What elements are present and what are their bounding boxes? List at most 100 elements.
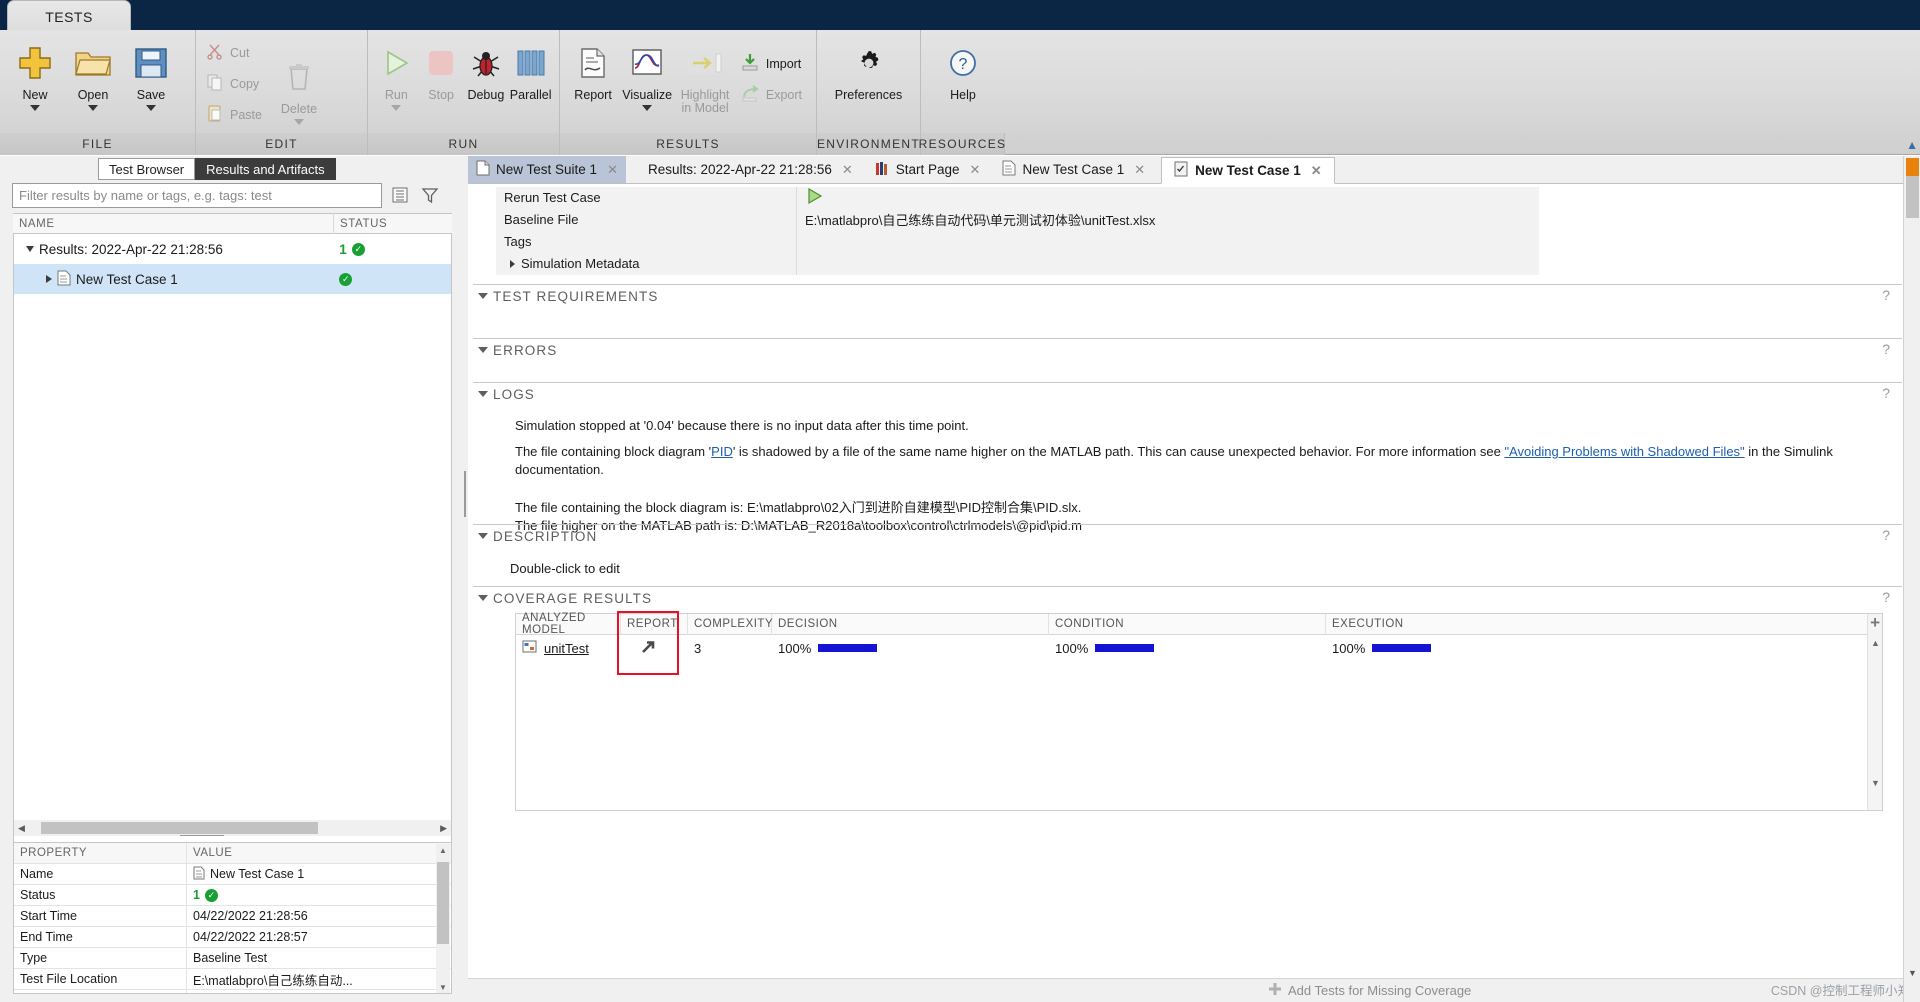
filter-funnel-icon[interactable] xyxy=(418,183,442,208)
delete-dropdown-caret[interactable] xyxy=(293,119,304,125)
ribbon-tab-tests[interactable]: TESTS xyxy=(7,0,131,33)
help-icon[interactable]: ? xyxy=(1882,527,1890,543)
visualize-dropdown-caret[interactable] xyxy=(642,105,653,111)
section-header[interactable]: DESCRIPTION xyxy=(473,525,1902,547)
tab-results-and-artifacts[interactable]: Results and Artifacts xyxy=(195,158,336,180)
close-icon[interactable]: ✕ xyxy=(966,162,981,178)
scroll-up-icon[interactable]: ▲ xyxy=(439,846,447,855)
tree-row-test-case[interactable]: New Test Case 1 ✓ xyxy=(14,264,451,294)
title-bar xyxy=(0,0,1920,30)
parallel-button[interactable]: Parallel xyxy=(508,34,553,130)
collapse-arrow-icon[interactable] xyxy=(478,533,488,539)
coverage-condition-value: 100% xyxy=(1055,640,1089,656)
doc-tab-new-test-case-1-active[interactable]: New Test Case 1 ✕ xyxy=(1161,157,1335,184)
section-title: LOGS xyxy=(493,386,535,402)
property-value-text: 04/22/2022 21:28:56 xyxy=(186,905,451,927)
open-dropdown-caret[interactable] xyxy=(88,105,98,111)
help-icon[interactable]: ? xyxy=(1882,385,1890,401)
info-key-expandable[interactable]: Simulation Metadata xyxy=(496,252,796,275)
help-icon[interactable]: ? xyxy=(1882,589,1890,605)
expand-arrow-icon[interactable] xyxy=(26,246,34,252)
save-dropdown-caret[interactable] xyxy=(146,105,156,111)
collapse-arrow-icon[interactable] xyxy=(478,347,488,353)
report-label: Report xyxy=(574,88,612,102)
visualize-button[interactable]: Visualize xyxy=(620,34,674,130)
new-button[interactable]: New xyxy=(6,34,64,130)
coverage-vscrollbar[interactable]: ▲ ▼ xyxy=(1867,614,1882,810)
property-row-name: Name New Test Case 1 xyxy=(14,863,451,885)
help-icon[interactable]: ? xyxy=(1882,341,1890,357)
add-coverage-button[interactable]: + xyxy=(1870,613,1880,633)
help-icon[interactable]: ? xyxy=(1882,287,1890,303)
doc-tab-start-page[interactable]: Start Page ✕ xyxy=(861,156,989,183)
expand-arrow-icon[interactable] xyxy=(510,259,515,268)
property-value: 1 ✓ xyxy=(186,884,451,906)
doc-tab-new-test-suite-1[interactable]: New Test Suite 1 ✕ xyxy=(468,156,626,183)
close-icon[interactable]: ✕ xyxy=(603,162,618,178)
collapse-arrow-icon[interactable] xyxy=(478,293,488,299)
filter-input[interactable] xyxy=(12,182,382,208)
ribbon-collapse-icon[interactable]: ▲ xyxy=(1906,138,1918,152)
scroll-up-icon[interactable]: ▲ xyxy=(1871,638,1880,648)
collapse-arrow-icon[interactable] xyxy=(478,595,488,601)
property-scroll-thumb[interactable] xyxy=(437,862,449,944)
help-button[interactable]: ? Help xyxy=(927,34,999,130)
close-icon[interactable]: ✕ xyxy=(838,162,853,178)
cut-button[interactable]: Cut xyxy=(202,37,270,68)
import-button[interactable]: Import xyxy=(736,48,810,79)
doc-tab-results[interactable]: Results: 2022-Apr-22 21:28:56 ✕ xyxy=(626,156,861,183)
new-dropdown-caret[interactable] xyxy=(30,105,40,111)
tab-test-browser[interactable]: Test Browser xyxy=(98,158,196,180)
run-dropdown-caret[interactable] xyxy=(391,105,402,111)
main-panel: New Test Suite 1 ✕ Results: 2022-Apr-22 … xyxy=(468,156,1920,1002)
section-header[interactable]: ERRORS xyxy=(473,339,1902,361)
property-table: PROPERTY VALUE Name New Test Case 1 Stat… xyxy=(13,842,452,994)
info-row-simulation-metadata[interactable]: Simulation Metadata xyxy=(496,252,1539,275)
section-header[interactable]: COVERAGE RESULTS xyxy=(473,587,1902,609)
collapse-arrow-icon[interactable] xyxy=(478,391,488,397)
scroll-down-icon[interactable]: ▼ xyxy=(439,983,447,992)
columns-icon[interactable] xyxy=(388,183,412,208)
copy-button[interactable]: Copy xyxy=(202,68,270,99)
property-table-vscrollbar[interactable]: ▲ ▼ xyxy=(436,844,450,993)
highlight-in-model-button[interactable]: Highlight in Model xyxy=(674,34,736,130)
close-icon[interactable]: ✕ xyxy=(1130,162,1145,178)
results-tree-hscrollbar[interactable]: ◀ ▶ xyxy=(14,820,451,836)
preferences-button[interactable]: Preferences xyxy=(823,34,914,130)
section-logs: LOGS ? Simulation stopped at '0.04' beca… xyxy=(473,382,1902,533)
hscroll-thumb[interactable] xyxy=(41,822,318,834)
main-scroll-thumb[interactable] xyxy=(1906,176,1919,218)
stop-button[interactable]: Stop xyxy=(419,34,464,130)
coverage-table-row[interactable]: unitTest 3 100% 100% 100% xyxy=(516,635,1882,661)
run-play-icon[interactable] xyxy=(805,187,823,208)
run-button[interactable]: Run xyxy=(374,34,419,130)
debug-button[interactable]: Debug xyxy=(464,34,509,130)
delete-button[interactable]: Delete xyxy=(270,48,328,144)
tree-row-results[interactable]: Results: 2022-Apr-22 21:28:56 1 ✓ xyxy=(14,234,451,264)
doc-tab-new-test-case-1[interactable]: New Test Case 1 ✕ xyxy=(988,156,1153,183)
scroll-down-icon[interactable]: ▼ xyxy=(1871,778,1880,788)
scroll-right-icon[interactable]: ▶ xyxy=(440,823,447,834)
section-header[interactable]: TEST REQUIREMENTS xyxy=(473,285,1902,307)
export-button[interactable]: Export xyxy=(736,79,810,110)
add-tests-for-missing-coverage-button[interactable]: Add Tests for Missing Coverage xyxy=(468,982,1471,999)
scroll-left-icon[interactable]: ◀ xyxy=(18,823,25,834)
panel-splitter[interactable] xyxy=(180,834,224,838)
property-row-status: Status 1 ✓ xyxy=(14,884,451,906)
scroll-down-icon[interactable]: ▼ xyxy=(1908,968,1917,978)
report-button[interactable]: Report xyxy=(566,34,620,130)
section-description: DESCRIPTION ? Double-click to edit xyxy=(473,524,1902,586)
pid-link[interactable]: PID xyxy=(711,444,733,459)
stop-icon xyxy=(425,40,457,86)
close-icon[interactable]: ✕ xyxy=(1307,163,1322,179)
paste-button[interactable]: Paste xyxy=(202,99,270,130)
expand-arrow-icon[interactable] xyxy=(46,275,52,283)
avoiding-problems-link[interactable]: "Avoiding Problems with Shadowed Files" xyxy=(1504,444,1744,459)
save-button[interactable]: Save xyxy=(122,34,180,130)
open-button[interactable]: Open xyxy=(64,34,122,130)
section-header[interactable]: LOGS xyxy=(473,383,1902,405)
section-coverage-results: COVERAGE RESULTS ? ANALYZED MODEL REPORT… xyxy=(473,586,1902,826)
description-placeholder[interactable]: Double-click to edit xyxy=(473,547,1902,576)
main-vscrollbar[interactable]: ▼ xyxy=(1903,156,1920,1002)
coverage-model-link[interactable]: unitTest xyxy=(544,641,589,656)
